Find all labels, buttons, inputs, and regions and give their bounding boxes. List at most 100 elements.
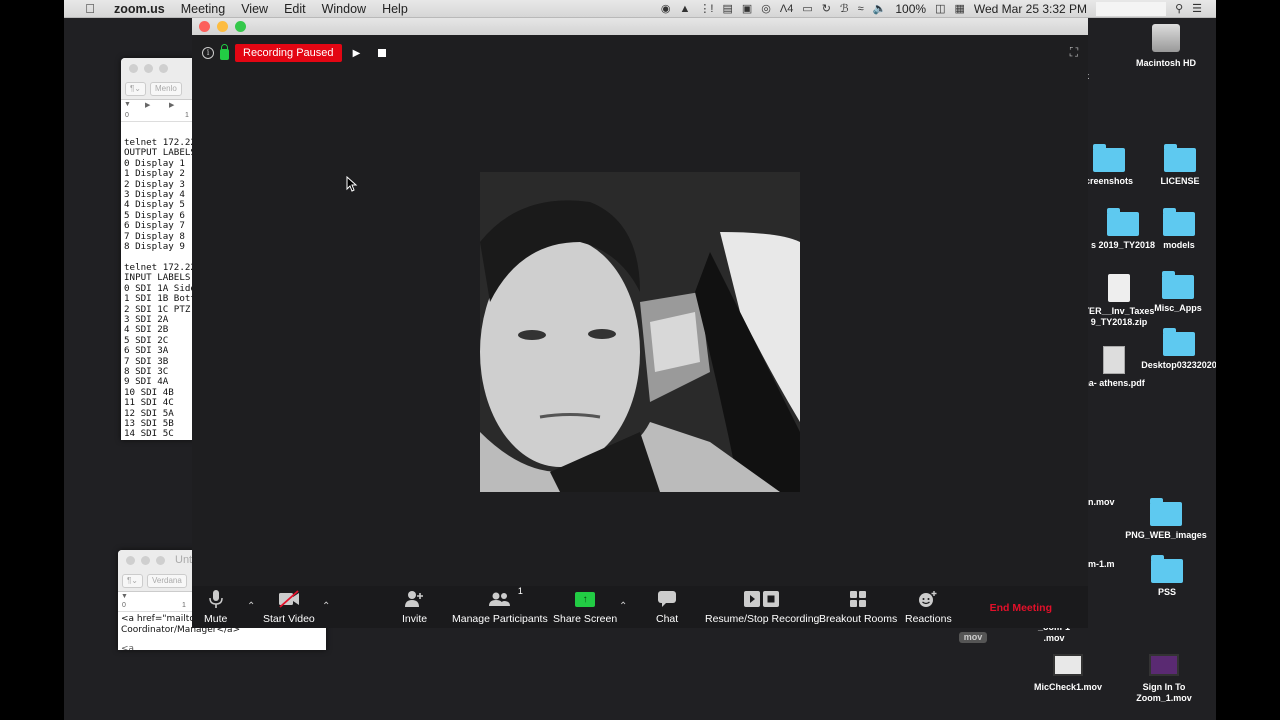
- desktop-icon-pss[interactable]: PSS: [1122, 555, 1212, 598]
- chat-button[interactable]: Chat: [656, 588, 678, 625]
- menu-app-name[interactable]: zoom.us: [104, 2, 173, 16]
- recording-status-badge: Recording Paused: [235, 44, 342, 62]
- audio-app-icon[interactable]: ▤: [722, 2, 732, 15]
- minimize-button[interactable]: [217, 21, 228, 32]
- tab-stop-icon[interactable]: ▶: [169, 101, 174, 109]
- ruler[interactable]: ▼ ▶ ▶ 0 1: [121, 100, 201, 122]
- meeting-controls-toolbar: Mute ⌃ Start Video ⌃ Invite 1 Manage Par…: [192, 586, 1088, 628]
- text-line: <a href="mailto:tut@uog.edu">tut@uog.edu…: [121, 644, 135, 650]
- desktop-icon-models[interactable]: models: [1134, 208, 1216, 251]
- textedit-window-telnet[interactable]: ¶⌄ Menlo ▼ ▶ ▶ 0 1 telnet 172.22 OUTPUT …: [121, 58, 201, 440]
- close-button[interactable]: [199, 21, 210, 32]
- add-person-icon: [404, 588, 425, 610]
- start-video-button[interactable]: Start Video: [263, 588, 315, 625]
- desktop-icon-partial-m[interactable]: m-1.m: [1088, 559, 1118, 570]
- redacted-area: [1096, 1, 1167, 16]
- participant-video-frame: [480, 172, 800, 492]
- zoom-status-icon[interactable]: ▣: [742, 2, 752, 15]
- meeting-top-bar: i Recording Paused ▶: [202, 43, 386, 62]
- desktop-icon-macintosh-hd[interactable]: Macintosh HD: [1121, 24, 1211, 69]
- hard-drive-icon: [1152, 24, 1180, 52]
- desktop-icon-selected-mov[interactable]: mov: [959, 632, 987, 643]
- menu-view[interactable]: View: [233, 2, 276, 16]
- status-app-icon[interactable]: ◉: [661, 2, 671, 15]
- smiley-add-icon: [918, 588, 938, 610]
- airplay-icon[interactable]: ▭: [802, 2, 812, 15]
- ruler-mark: 0: [125, 112, 129, 119]
- adobe-icon[interactable]: Λ4: [780, 3, 793, 15]
- resume-stop-recording-button[interactable]: Resume/Stop Recording: [705, 588, 819, 625]
- desktop-icon-miccheck[interactable]: MicCheck1.mov: [1023, 654, 1113, 693]
- fullscreen-button[interactable]: [235, 21, 246, 32]
- menu-window[interactable]: Window: [314, 2, 374, 16]
- adobe-count: 4: [787, 2, 794, 15]
- clock[interactable]: Wed Mar 25 3:32 PM: [974, 2, 1087, 16]
- paragraph-style-dropdown[interactable]: ¶⌄: [122, 573, 143, 588]
- close-button[interactable]: [126, 555, 135, 565]
- video-thumbnail-icon: [1149, 654, 1179, 676]
- bluetooth-icon[interactable]: ℬ: [840, 2, 849, 15]
- reactions-button[interactable]: Reactions: [905, 588, 952, 625]
- video-thumbnail-icon: [1053, 654, 1083, 676]
- mute-button[interactable]: Mute: [204, 588, 227, 625]
- apple-menu-icon[interactable]: : [76, 1, 104, 16]
- document-text[interactable]: telnet 172.22 OUTPUT LABELS 0 Display 1 …: [121, 122, 201, 440]
- vlc-cone-icon[interactable]: ▲: [679, 3, 690, 15]
- ruler-mark: 0: [122, 602, 126, 609]
- record-icon[interactable]: ◎: [761, 2, 771, 15]
- desktop-icon-license[interactable]: LICENSE: [1135, 144, 1216, 187]
- time-machine-icon[interactable]: ↻: [822, 2, 831, 15]
- close-button[interactable]: [129, 63, 138, 73]
- audio-options-caret-icon[interactable]: ⌃: [247, 601, 255, 612]
- folder-icon: [1150, 498, 1182, 526]
- chat-bubble-icon: [657, 588, 677, 610]
- invite-button[interactable]: Invite: [402, 588, 427, 625]
- menu-help[interactable]: Help: [374, 2, 416, 16]
- menu-edit[interactable]: Edit: [276, 2, 314, 16]
- tab-stop-icon[interactable]: ▼: [124, 101, 131, 108]
- folder-icon: [1162, 271, 1194, 299]
- minimize-button[interactable]: [144, 63, 153, 73]
- stop-recording-button[interactable]: [377, 49, 386, 57]
- breakout-rooms-grid-icon: [849, 588, 867, 610]
- desktop-icon-png-web-images[interactable]: PNG_WEB_images: [1121, 498, 1211, 541]
- tab-stop-icon[interactable]: ▼: [121, 593, 128, 600]
- zoom-button[interactable]: [159, 63, 168, 73]
- folder-icon: [1164, 144, 1196, 172]
- encryption-lock-icon[interactable]: [220, 43, 229, 60]
- tab-stop-icon[interactable]: ▶: [145, 101, 150, 109]
- zoom-button[interactable]: [156, 555, 165, 565]
- desktop-icon-sign-in-zoom[interactable]: Sign In To Zoom_1.mov: [1119, 654, 1209, 704]
- share-options-caret-icon[interactable]: ⌃: [619, 601, 627, 612]
- spotlight-search-icon[interactable]: ⚲: [1175, 2, 1183, 15]
- share-screen-button[interactable]: ↑ Share Screen: [553, 588, 617, 625]
- battery-icon[interactable]: ◫: [935, 2, 945, 15]
- end-meeting-button[interactable]: End Meeting: [990, 602, 1052, 614]
- desktop-icon-misc-apps[interactable]: Misc_Apps: [1133, 271, 1216, 314]
- folder-icon: [1163, 328, 1195, 356]
- microphone-icon: [208, 588, 223, 610]
- folder-icon: [1093, 144, 1125, 172]
- wifi-icon[interactable]: ≈: [858, 3, 864, 15]
- font-dropdown[interactable]: Verdana: [147, 573, 187, 588]
- breakout-rooms-button[interactable]: Breakout Rooms: [819, 588, 897, 625]
- minimize-button[interactable]: [141, 555, 150, 565]
- notification-center-icon[interactable]: ☰: [1192, 2, 1202, 15]
- menu-meeting[interactable]: Meeting: [173, 2, 233, 16]
- wifi-signal-alert-icon[interactable]: ⋮!: [699, 2, 713, 15]
- video-options-caret-icon[interactable]: ⌃: [322, 601, 330, 612]
- format-toolbar: ¶⌄ Menlo: [121, 78, 201, 100]
- paragraph-style-dropdown[interactable]: ¶⌄: [125, 81, 146, 96]
- volume-icon[interactable]: 🔈: [873, 2, 887, 15]
- participant-video[interactable]: [480, 172, 800, 492]
- window-titlebar[interactable]: [192, 18, 1088, 35]
- desktop-icon-partial-mov[interactable]: n.mov: [1088, 497, 1118, 508]
- calendar-icon[interactable]: ▦: [954, 2, 964, 15]
- manage-participants-button[interactable]: 1 Manage Participants: [452, 586, 548, 625]
- font-dropdown[interactable]: Menlo: [150, 81, 182, 96]
- enter-fullscreen-button[interactable]: ⛶: [1066, 44, 1082, 60]
- resume-recording-button[interactable]: ▶: [348, 48, 366, 59]
- battery-percent[interactable]: 100%: [895, 2, 926, 16]
- meeting-info-icon[interactable]: i: [202, 47, 214, 59]
- window-titlebar[interactable]: [121, 58, 201, 78]
